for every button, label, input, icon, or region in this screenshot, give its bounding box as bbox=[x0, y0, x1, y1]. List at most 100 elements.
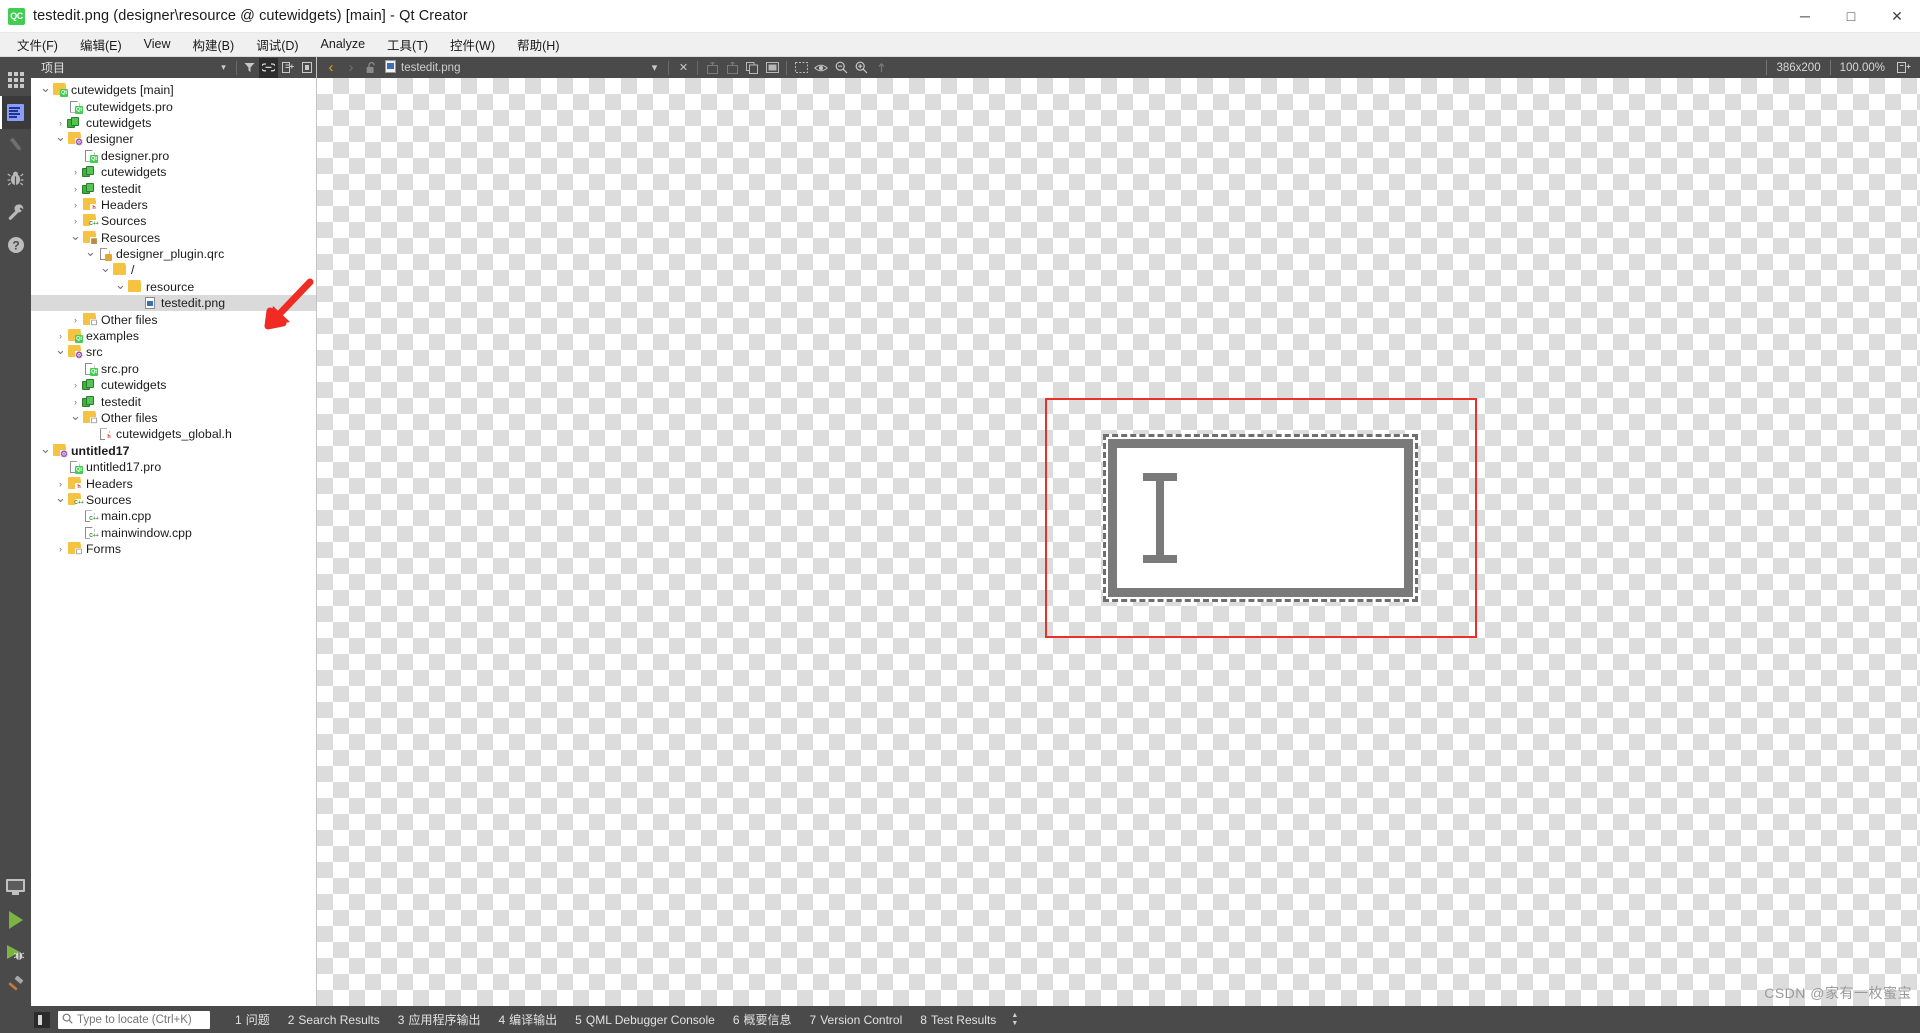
output-pane-button[interactable]: 2 Search Results bbox=[279, 1013, 389, 1027]
image-canvas[interactable] bbox=[317, 78, 1920, 1006]
mode-welcome[interactable] bbox=[0, 63, 31, 96]
build-button[interactable] bbox=[0, 969, 31, 1002]
chevron-right-icon[interactable]: › bbox=[69, 184, 82, 194]
menu-debug[interactable]: 调试(D) bbox=[245, 32, 309, 58]
tree-item[interactable]: ⌄ ⚙ src bbox=[31, 342, 316, 360]
mode-debug[interactable] bbox=[0, 162, 31, 195]
chevron-down-icon[interactable]: ⌄ bbox=[54, 342, 67, 358]
output-pane-button[interactable]: 3 应用程序输出 bbox=[389, 1011, 490, 1028]
chevron-down-icon[interactable]: ⌄ bbox=[69, 228, 82, 244]
menu-tools[interactable]: 工具(T) bbox=[376, 32, 439, 58]
tree-item[interactable]: C++ main.cpp bbox=[31, 508, 316, 524]
tree-item[interactable]: ⌄ resource bbox=[31, 277, 316, 295]
tree-item[interactable]: › testedit bbox=[31, 180, 316, 196]
fullscreen-icon[interactable] bbox=[762, 58, 782, 78]
tree-item[interactable]: ⌄ / bbox=[31, 260, 316, 278]
toggle-sidebar-icon[interactable] bbox=[34, 1011, 50, 1028]
output-pane-button[interactable]: 8 Test Results bbox=[911, 1013, 1005, 1027]
split-icon[interactable] bbox=[702, 58, 722, 78]
preview-eye-icon[interactable] bbox=[811, 58, 831, 78]
tree-item[interactable]: › h Headers bbox=[31, 475, 316, 491]
tree-item[interactable]: Qt untitled17.pro bbox=[31, 459, 316, 475]
tree-item[interactable]: › cutewidgets bbox=[31, 377, 316, 393]
chevron-right-icon[interactable]: › bbox=[54, 118, 67, 128]
mode-projects[interactable] bbox=[0, 195, 31, 228]
tree-item[interactable]: Qt cutewidgets.pro bbox=[31, 98, 316, 114]
file-list-dropdown[interactable]: ▾ bbox=[644, 58, 664, 78]
chevron-right-icon[interactable]: › bbox=[54, 331, 67, 341]
debug-run-button[interactable] bbox=[0, 936, 31, 969]
chevron-right-icon[interactable]: › bbox=[69, 200, 82, 210]
fit-to-view-icon[interactable] bbox=[791, 58, 811, 78]
chevron-down-icon[interactable]: ⌄ bbox=[99, 260, 112, 276]
menu-window[interactable]: 控件(W) bbox=[439, 32, 506, 58]
split-side-icon[interactable] bbox=[722, 58, 742, 78]
menu-build[interactable]: 构建(B) bbox=[182, 32, 246, 58]
export-icon[interactable] bbox=[871, 58, 891, 78]
duplicate-icon[interactable] bbox=[742, 58, 762, 78]
tree-item[interactable]: ⌄ designer_plugin.qrc bbox=[31, 244, 316, 262]
chevron-right-icon[interactable]: › bbox=[69, 315, 82, 325]
project-tree[interactable]: ⌄ Qt cutewidgets [main] Qt cutewidgets.pro › c… bbox=[31, 78, 316, 1006]
tree-item[interactable]: ⌄ ⚙ designer bbox=[31, 129, 316, 147]
tree-item[interactable]: ⌄ Qt cutewidgets [main] bbox=[31, 80, 316, 98]
locator-box[interactable] bbox=[58, 1010, 210, 1029]
nav-forward-button[interactable]: › bbox=[341, 58, 361, 78]
fit-icon[interactable] bbox=[1894, 58, 1914, 78]
tree-item[interactable]: ⌄ C++ Sources bbox=[31, 490, 316, 508]
chevron-down-icon[interactable]: ⌄ bbox=[84, 244, 97, 260]
tree-item[interactable]: C++ mainwindow.cpp bbox=[31, 525, 316, 541]
expand-all-icon[interactable] bbox=[278, 58, 297, 78]
output-pane-button[interactable]: 1 问题 bbox=[226, 1011, 279, 1028]
menu-edit[interactable]: 编辑(E) bbox=[69, 32, 133, 58]
chevron-down-icon[interactable]: ⌄ bbox=[114, 277, 127, 293]
tree-item[interactable]: Qt src.pro bbox=[31, 361, 316, 377]
output-pane-spinner[interactable]: ▲ ▼ bbox=[1011, 1012, 1018, 1027]
open-file-tab[interactable]: testedit.png bbox=[381, 59, 464, 76]
menu-file[interactable]: 文件(F) bbox=[6, 32, 69, 58]
tree-item[interactable]: › h Headers bbox=[31, 197, 316, 213]
tree-item[interactable]: ⌄ ⚙ untitled17 bbox=[31, 441, 316, 459]
chevron-down-icon[interactable]: ⌄ bbox=[54, 490, 67, 506]
chevron-right-icon[interactable]: › bbox=[69, 167, 82, 177]
tree-item[interactable]: testedit.png bbox=[31, 295, 316, 312]
output-pane-button[interactable]: 7 Version Control bbox=[801, 1013, 912, 1027]
kit-selector-button[interactable] bbox=[0, 870, 31, 903]
minimize-button[interactable]: ─ bbox=[1782, 0, 1828, 33]
mode-help[interactable]: ? bbox=[0, 228, 31, 261]
menu-help[interactable]: 帮助(H) bbox=[506, 32, 570, 58]
zoom-in-icon[interactable] bbox=[851, 58, 871, 78]
locator-input[interactable] bbox=[77, 1013, 197, 1026]
chevron-right-icon[interactable]: › bbox=[54, 479, 67, 489]
zoom-out-icon[interactable] bbox=[831, 58, 851, 78]
output-pane-button[interactable]: 6 概要信息 bbox=[724, 1011, 801, 1028]
nav-back-button[interactable]: ‹ bbox=[321, 58, 341, 78]
chevron-down-icon[interactable]: ⌄ bbox=[39, 80, 52, 96]
tree-item[interactable]: › cutewidgets bbox=[31, 115, 316, 131]
close-button[interactable]: ✕ bbox=[1874, 0, 1920, 33]
tree-item[interactable]: Qt designer.pro bbox=[31, 148, 316, 164]
link-with-editor-icon[interactable] bbox=[259, 57, 278, 78]
mode-design[interactable] bbox=[0, 129, 31, 162]
menu-view[interactable]: View bbox=[133, 34, 182, 55]
chevron-right-icon[interactable]: › bbox=[54, 544, 67, 554]
tree-item[interactable]: › Qt examples bbox=[31, 328, 316, 344]
output-pane-button[interactable]: 4 编译输出 bbox=[489, 1011, 566, 1028]
chevron-right-icon[interactable]: › bbox=[69, 216, 82, 226]
tree-item[interactable]: ⌄ ☐ Other files bbox=[31, 408, 316, 426]
tree-item[interactable]: ⌄ ▦ Resources bbox=[31, 228, 316, 246]
close-file-button[interactable]: ✕ bbox=[673, 58, 693, 78]
chevron-down-icon[interactable]: ⌄ bbox=[69, 408, 82, 424]
tree-item[interactable]: › cutewidgets bbox=[31, 164, 316, 180]
project-panel-dropdown[interactable]: ▾ bbox=[214, 58, 233, 78]
mode-edit[interactable] bbox=[0, 96, 31, 129]
unlocked-icon[interactable] bbox=[361, 58, 381, 78]
tree-item[interactable]: › ☐ Forms bbox=[31, 541, 316, 557]
output-pane-button[interactable]: 5 QML Debugger Console bbox=[566, 1013, 724, 1027]
chevron-down-icon[interactable]: ⌄ bbox=[54, 129, 67, 145]
run-button[interactable] bbox=[0, 903, 31, 936]
chevron-down-icon[interactable]: ⌄ bbox=[39, 441, 52, 457]
filter-icon[interactable] bbox=[240, 58, 259, 78]
tree-item[interactable]: › ☐ Other files bbox=[31, 311, 316, 327]
chevron-right-icon[interactable]: › bbox=[69, 380, 82, 390]
